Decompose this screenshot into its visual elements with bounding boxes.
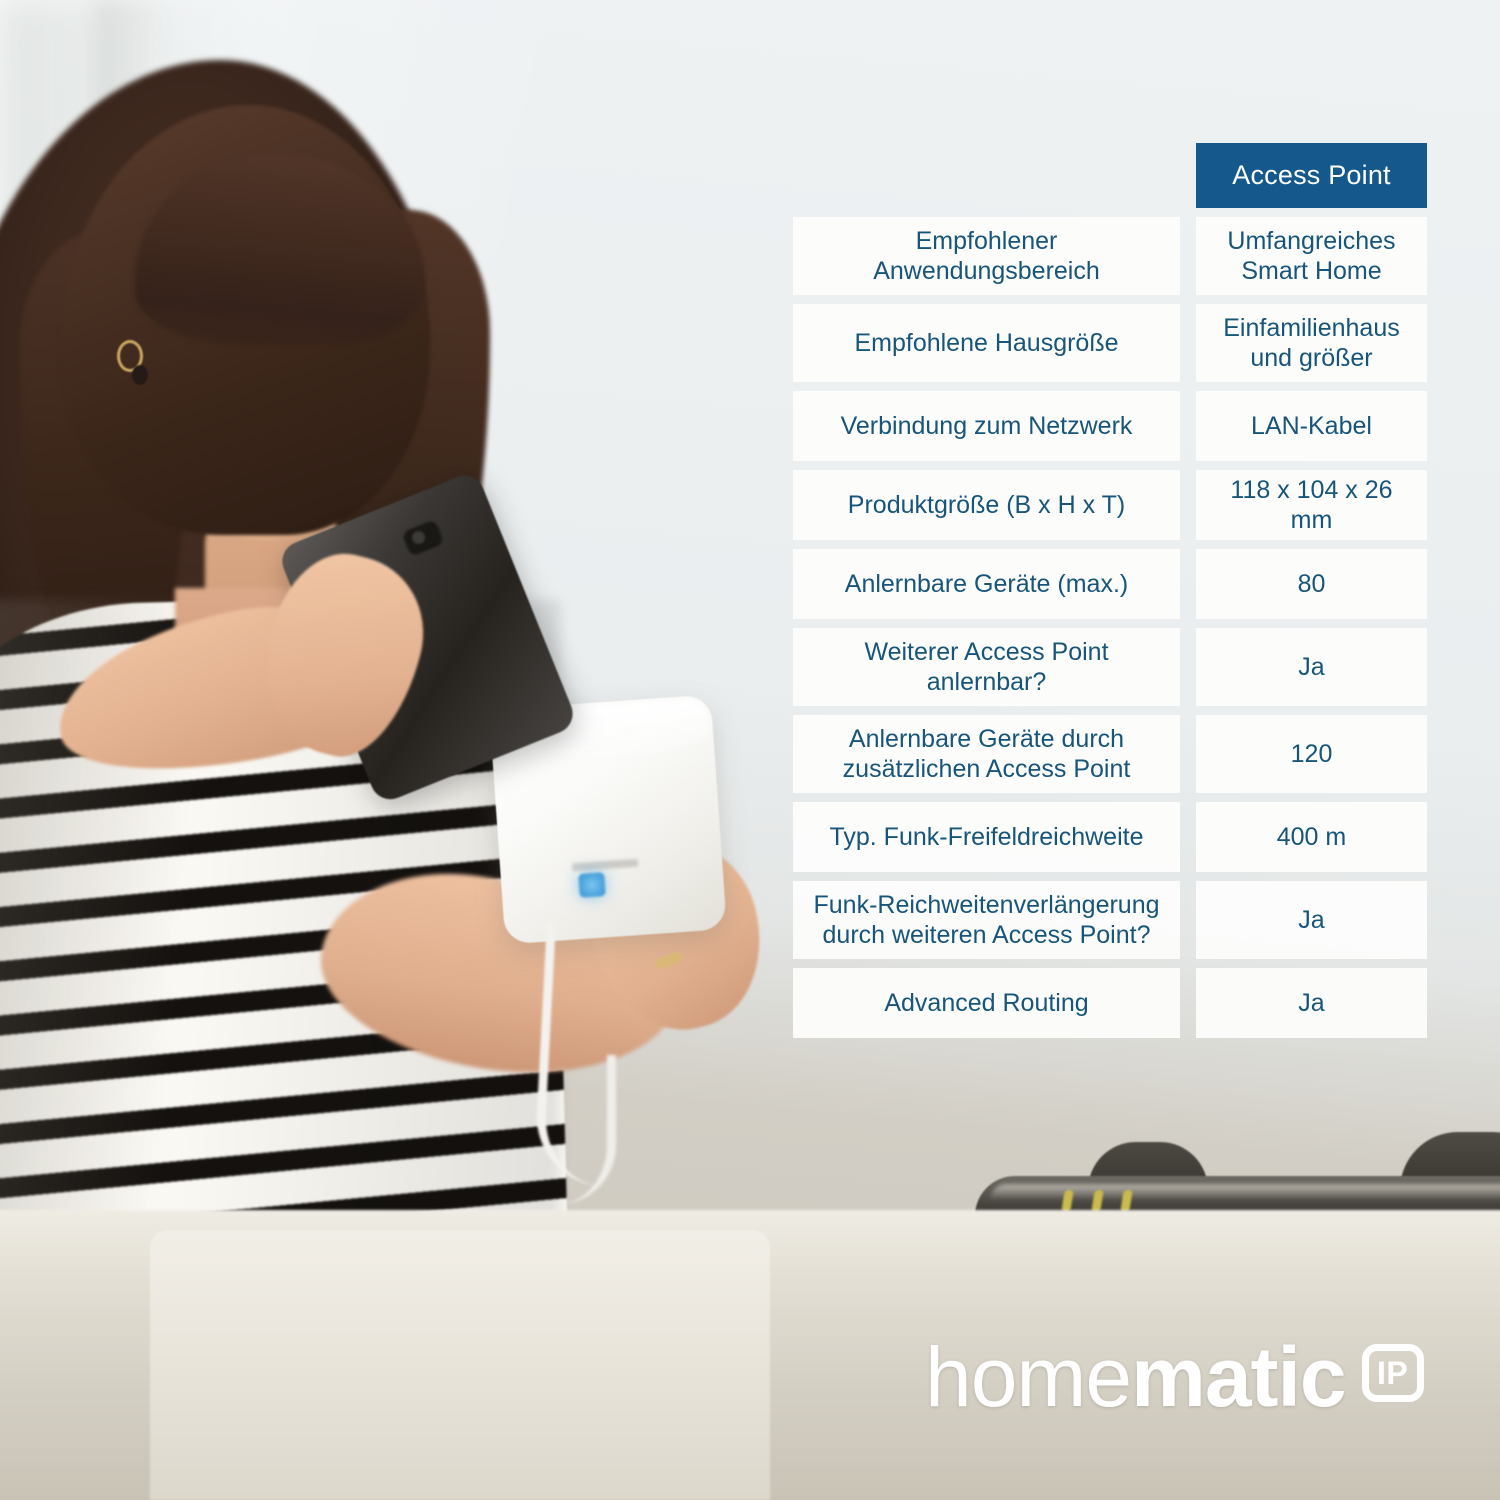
table-row: Produktgröße (B x H x T) 118 x 104 x 26 … — [793, 470, 1427, 540]
label-line-1: Weiterer Access Point — [864, 637, 1109, 666]
table-row: Typ. Funk-Freifeldreichweite 400 m — [793, 802, 1427, 872]
table-header-row: Access Point — [793, 143, 1427, 208]
label-line-1: Empfohlener — [915, 226, 1058, 255]
desk-front-panel — [150, 1230, 770, 1500]
ip-badge-icon: IP — [1361, 1344, 1424, 1402]
row-value-produktgroesse: 118 x 104 x 26 mm — [1196, 470, 1427, 540]
row-value-netzwerk: LAN-Kabel — [1196, 391, 1427, 461]
table-header-label-spacer — [793, 143, 1180, 208]
access-point-status-led — [578, 872, 606, 898]
table-row: Empfohlene Hausgröße Einfamilienhaus und… — [793, 304, 1427, 382]
row-value-weiterer-access-point: Ja — [1196, 628, 1427, 706]
row-label-funkreichweite: Typ. Funk-Freifeldreichweite — [793, 802, 1180, 872]
row-label-anlernbare-geraete: Anlernbare Geräte (max.) — [793, 549, 1180, 619]
label-line-2: zusätzlichen Access Point — [842, 755, 1131, 783]
table-row: Anlernbare Geräte durch zusätzlichen Acc… — [793, 715, 1427, 793]
row-value-reichweitenverlaengerung: Ja — [1196, 881, 1427, 959]
row-value-geraete-zusaetzlicher-ap: 120 — [1196, 715, 1427, 793]
table-row: Empfohlener Anwendungsbereich Umfangreic… — [793, 217, 1427, 295]
row-label-hausgroesse: Empfohlene Hausgröße — [793, 304, 1180, 382]
table-row: Anlernbare Geräte (max.) 80 — [793, 549, 1427, 619]
row-label-produktgroesse: Produktgröße (B x H x T) — [793, 470, 1180, 540]
row-label-advanced-routing: Advanced Routing — [793, 968, 1180, 1038]
row-label-netzwerk: Verbindung zum Netzwerk — [793, 391, 1180, 461]
label-line-1: Funk-Reichweitenverlängerung — [813, 890, 1160, 919]
specification-table: Access Point Empfohlener Anwendungsberei… — [793, 143, 1427, 1047]
row-value-hausgroesse: Einfamilienhaus und größer — [1196, 304, 1427, 382]
label-line-2: Anwendungsbereich — [873, 257, 1100, 285]
row-value-funkreichweite: 400 m — [1196, 802, 1427, 872]
row-label-geraete-zusaetzlicher-ap: Anlernbare Geräte durch zusätzlichen Acc… — [793, 715, 1180, 793]
logo-word-home: home — [925, 1330, 1132, 1424]
value-line-2: und größer — [1250, 344, 1373, 372]
value-line-1: Umfangreiches — [1227, 226, 1396, 255]
label-line-2: durch weiteren Access Point? — [822, 921, 1151, 949]
row-label-weiterer-access-point: Weiterer Access Point anlernbar? — [793, 628, 1180, 706]
phone-camera-lens-icon — [412, 531, 425, 544]
value-line-2: Smart Home — [1241, 257, 1382, 285]
value-line-1: Einfamilienhaus — [1223, 313, 1400, 342]
table-row: Verbindung zum Netzwerk LAN-Kabel — [793, 391, 1427, 461]
label-line-2: anlernbar? — [926, 668, 1047, 696]
earring-stud — [132, 365, 148, 385]
product-image-scene: Access Point Empfohlener Anwendungsberei… — [0, 0, 1500, 1500]
table-row: Weiterer Access Point anlernbar? Ja — [793, 628, 1427, 706]
homematic-ip-logo: home matic IP — [925, 1330, 1424, 1424]
table-header-access-point: Access Point — [1196, 143, 1427, 208]
row-value-advanced-routing: Ja — [1196, 968, 1427, 1038]
table-row: Advanced Routing Ja — [793, 968, 1427, 1038]
row-label-reichweitenverlaengerung: Funk-Reichweitenverlängerung durch weite… — [793, 881, 1180, 959]
table-row: Funk-Reichweitenverlängerung durch weite… — [793, 881, 1427, 959]
logo-word-matic: matic — [1131, 1330, 1346, 1424]
label-line-1: Anlernbare Geräte durch — [848, 724, 1125, 753]
row-label-anwendungsbereich: Empfohlener Anwendungsbereich — [793, 217, 1180, 295]
row-value-anwendungsbereich: Umfangreiches Smart Home — [1196, 217, 1427, 295]
row-value-anlernbare-geraete: 80 — [1196, 549, 1427, 619]
